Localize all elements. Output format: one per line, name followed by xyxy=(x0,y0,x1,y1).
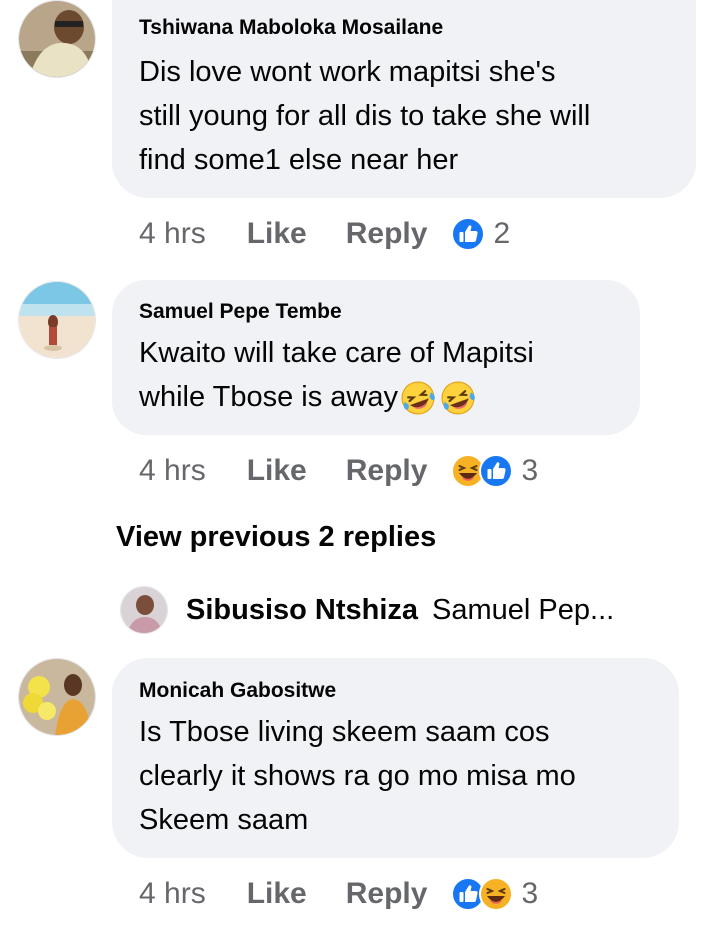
timestamp[interactable]: 4 hrs xyxy=(139,217,206,251)
comment-line-text: while Tbose is away xyxy=(139,381,398,413)
avatar-tshiwana[interactable] xyxy=(18,0,96,78)
timestamp[interactable]: 4 hrs xyxy=(139,877,206,911)
laughing-tears-emoji xyxy=(441,381,475,415)
like-button[interactable]: Like xyxy=(247,454,307,488)
reply-text: Samuel Pep... xyxy=(432,593,615,626)
comment-bubble: Samuel Pepe Tembe Kwaito will take care … xyxy=(112,280,640,435)
comment-line: still young for all dis to take she will xyxy=(139,100,591,132)
comment-bubble: Tshiwana Maboloka Mosailane Dis love won… xyxy=(112,0,696,198)
like-reaction-icon xyxy=(451,217,486,251)
comment-actions: 4 hrs Like Reply 3 xyxy=(139,874,538,914)
view-previous-replies-link[interactable]: View previous 2 replies xyxy=(116,521,436,554)
reply-button[interactable]: Reply xyxy=(346,454,428,488)
laughing-tears-emoji xyxy=(401,381,435,415)
avatar-monicah[interactable] xyxy=(18,658,96,736)
comment-line: find some1 else near her xyxy=(139,144,459,176)
reaction-count[interactable]: 3 xyxy=(521,877,538,911)
comment-actions: 4 hrs Like Reply 2 xyxy=(139,214,510,254)
comment-text: Kwaito will take care of Mapitsi while T… xyxy=(139,331,534,419)
comment-author[interactable]: Samuel Pepe Tembe xyxy=(139,300,342,324)
comment-actions: 4 hrs Like Reply 3 xyxy=(139,451,538,491)
like-button[interactable]: Like xyxy=(247,877,307,911)
reply-preview[interactable]: Sibusiso Ntshiza Samuel Pep... xyxy=(120,586,614,634)
like-reaction-icon xyxy=(479,454,514,488)
comment-text: Is Tbose living skeem saam cos clearly i… xyxy=(139,710,576,842)
comment-line: Kwaito will take care of Mapitsi xyxy=(139,337,534,369)
reply-button[interactable]: Reply xyxy=(346,217,428,251)
comment-line: Dis love wont work mapitsi she's xyxy=(139,56,556,88)
timestamp[interactable]: 4 hrs xyxy=(139,454,206,488)
comment-line: Skeem saam xyxy=(139,804,309,836)
haha-reaction-icon xyxy=(479,877,514,911)
comment-line: clearly it shows ra go mo misa mo xyxy=(139,760,576,792)
reaction-summary[interactable] xyxy=(451,454,514,488)
comment-line: while Tbose is away xyxy=(139,375,534,419)
reply-button[interactable]: Reply xyxy=(346,877,428,911)
reaction-count[interactable]: 2 xyxy=(493,217,510,251)
reaction-summary[interactable] xyxy=(451,877,514,911)
avatar-sibusiso[interactable] xyxy=(120,586,168,634)
avatar-samuel[interactable] xyxy=(18,281,96,359)
reaction-count[interactable]: 3 xyxy=(521,454,538,488)
comment-author[interactable]: Monicah Gabositwe xyxy=(139,679,336,703)
reaction-summary[interactable] xyxy=(451,217,486,251)
comment-text: Dis love wont work mapitsi she's still y… xyxy=(139,50,590,182)
like-button[interactable]: Like xyxy=(247,217,307,251)
comment-author[interactable]: Tshiwana Maboloka Mosailane xyxy=(139,16,443,40)
reply-author[interactable]: Sibusiso Ntshiza xyxy=(186,594,418,627)
comment-bubble: Monicah Gabositwe Is Tbose living skeem … xyxy=(112,658,679,858)
comment-line: Is Tbose living skeem saam cos xyxy=(139,716,550,748)
